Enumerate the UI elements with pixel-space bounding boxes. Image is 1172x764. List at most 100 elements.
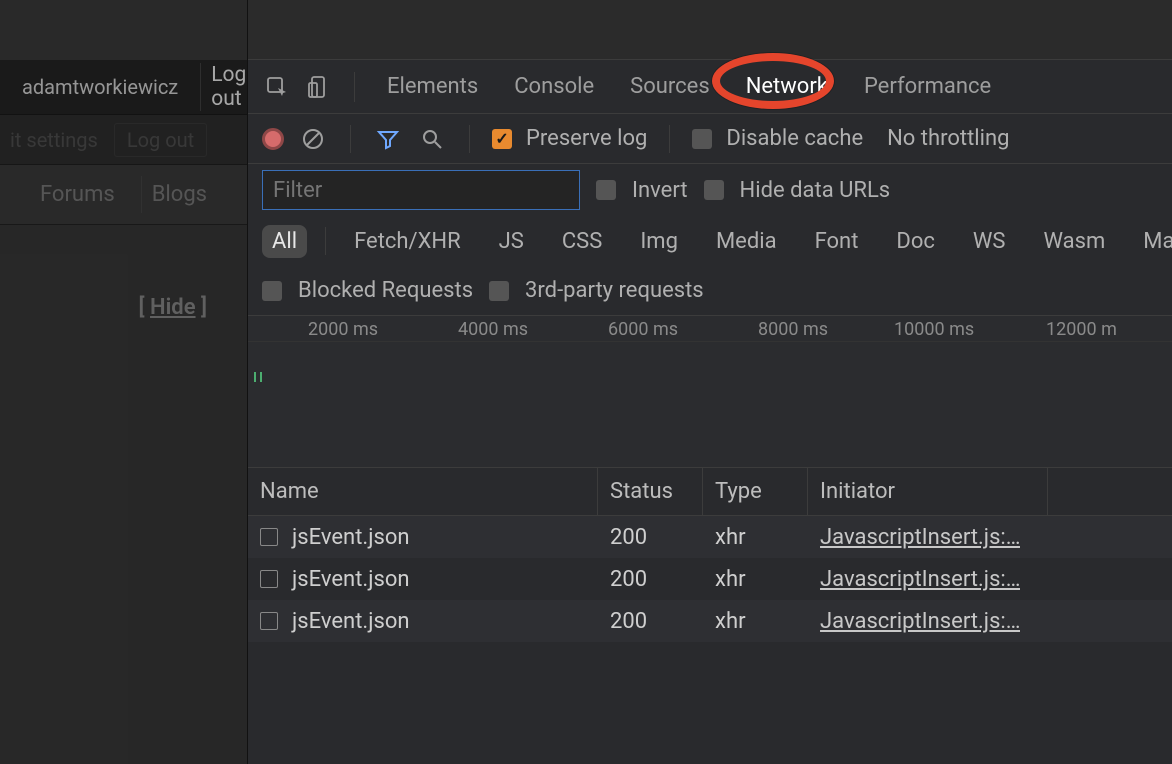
col-initiator[interactable]: Initiator <box>808 468 1048 515</box>
timeline-overview[interactable] <box>248 342 1172 468</box>
col-size[interactable]: Size <box>1048 468 1172 515</box>
tick-6000: 6000 ms <box>608 319 678 340</box>
devtools-panel: Elements Console Sources Network Perform… <box>247 0 1172 764</box>
col-name[interactable]: Name <box>248 468 598 515</box>
ghost-row: it settings Log out <box>0 115 247 165</box>
request-size: 24 <box>1048 558 1172 600</box>
network-toolbar: Preserve log Disable cache No throttling <box>248 114 1172 164</box>
request-name: jsEvent.json <box>292 525 410 550</box>
type-manifest[interactable]: Manifest <box>1133 225 1172 258</box>
filter-row-2: Blocked Requests 3rd-party requests <box>248 266 1172 316</box>
throttling-select[interactable]: No throttling <box>887 126 1009 151</box>
type-media[interactable]: Media <box>706 225 787 258</box>
request-type: xhr <box>703 558 808 600</box>
type-doc[interactable]: Doc <box>886 225 945 258</box>
blocked-requests-checkbox[interactable] <box>262 281 282 301</box>
invert-checkbox[interactable] <box>596 180 616 200</box>
request-row[interactable]: jsEvent.json 200 xhr JavascriptInsert.js… <box>248 558 1172 600</box>
tab-elements[interactable]: Elements <box>369 60 496 114</box>
col-type[interactable]: Type <box>703 468 808 515</box>
tab-performance[interactable]: Performance <box>846 60 1009 114</box>
file-icon <box>260 612 278 630</box>
type-all[interactable]: All <box>262 225 307 258</box>
activity-mark <box>260 372 262 382</box>
col-status[interactable]: Status <box>598 468 703 515</box>
request-name: jsEvent.json <box>292 609 410 634</box>
type-font[interactable]: Font <box>805 225 869 258</box>
separator <box>354 72 355 102</box>
request-initiator[interactable]: JavascriptInsert.js:… <box>820 525 1020 550</box>
search-icon[interactable] <box>417 124 447 154</box>
tick-12000: 12000 m <box>1046 319 1117 340</box>
devtools-tabbar: Elements Console Sources Network Perform… <box>248 60 1172 114</box>
file-icon <box>260 570 278 588</box>
tick-4000: 4000 ms <box>458 319 528 340</box>
thirdparty-label: 3rd-party requests <box>525 278 704 303</box>
app-body: [ Hide ] <box>0 225 247 764</box>
inspect-icon[interactable] <box>260 70 294 104</box>
disable-cache-checkbox[interactable] <box>692 129 712 149</box>
devtools-top-gap <box>248 0 1172 60</box>
hide-toggle[interactable]: [ Hide ] <box>139 295 208 320</box>
bracket-close: ] <box>196 295 208 320</box>
request-type: xhr <box>703 516 808 558</box>
nav-forums[interactable]: Forums <box>30 176 125 213</box>
request-row[interactable]: jsEvent.json 200 xhr JavascriptInsert.js… <box>248 600 1172 642</box>
separator <box>669 125 670 153</box>
separator <box>469 125 470 153</box>
app-nav: Forums Blogs <box>0 165 247 225</box>
logout-link[interactable]: Log out <box>200 63 247 111</box>
tick-10000: 10000 ms <box>894 319 974 340</box>
device-toggle-icon[interactable] <box>302 70 336 104</box>
request-row[interactable]: jsEvent.json 200 xhr JavascriptInsert.js… <box>248 516 1172 558</box>
separator <box>325 227 326 255</box>
tab-network[interactable]: Network <box>728 60 846 114</box>
app-panel: adamtworkiewicz Log out it settings Log … <box>0 0 247 764</box>
file-icon <box>260 528 278 546</box>
blocked-requests-label: Blocked Requests <box>298 278 473 303</box>
hide-data-urls-checkbox[interactable] <box>704 180 724 200</box>
username-label: adamtworkiewicz <box>22 75 188 99</box>
type-ws[interactable]: WS <box>963 225 1016 258</box>
invert-label: Invert <box>632 178 688 203</box>
request-initiator[interactable]: JavascriptInsert.js:… <box>820 567 1020 592</box>
tick-2000: 2000 ms <box>308 319 378 340</box>
user-bar: adamtworkiewicz Log out <box>0 60 247 115</box>
hide-data-urls-label: Hide data URLs <box>740 178 891 203</box>
app-topbar <box>0 0 247 60</box>
nav-blogs[interactable]: Blogs <box>141 176 217 213</box>
activity-mark <box>254 372 256 382</box>
ghost-settings: it settings <box>10 128 98 152</box>
filter-input[interactable] <box>262 170 580 210</box>
type-filter-row: All Fetch/XHR JS CSS Img Media Font Doc … <box>248 216 1172 266</box>
tick-8000: 8000 ms <box>758 319 828 340</box>
type-img[interactable]: Img <box>630 225 688 258</box>
disable-cache-label: Disable cache <box>726 126 863 151</box>
empty-area <box>248 642 1172 764</box>
request-list: jsEvent.json 200 xhr JavascriptInsert.js… <box>248 516 1172 642</box>
request-table-header: Name Status Type Initiator Size <box>248 468 1172 516</box>
request-size: 24 <box>1048 600 1172 642</box>
type-wasm[interactable]: Wasm <box>1033 225 1115 258</box>
hide-label: Hide <box>150 295 196 320</box>
preserve-log-label: Preserve log <box>526 126 647 151</box>
request-name: jsEvent.json <box>292 567 410 592</box>
ghost-logout: Log out <box>114 123 207 157</box>
tab-network-label: Network <box>746 74 828 99</box>
bracket-open: [ <box>139 295 151 320</box>
type-fetchxhr[interactable]: Fetch/XHR <box>344 225 471 258</box>
request-initiator[interactable]: JavascriptInsert.js:… <box>820 609 1020 634</box>
type-js[interactable]: JS <box>489 225 534 258</box>
record-button[interactable] <box>262 128 284 150</box>
clear-icon[interactable] <box>298 124 328 154</box>
type-css[interactable]: CSS <box>552 225 612 258</box>
tab-console[interactable]: Console <box>496 60 612 114</box>
thirdparty-checkbox[interactable] <box>489 281 509 301</box>
separator <box>350 125 351 153</box>
filter-icon[interactable] <box>373 124 403 154</box>
timeline-ruler[interactable]: 2000 ms 4000 ms 6000 ms 8000 ms 10000 ms… <box>248 316 1172 342</box>
tab-sources[interactable]: Sources <box>612 60 728 114</box>
request-type: xhr <box>703 600 808 642</box>
request-status: 200 <box>598 600 703 642</box>
preserve-log-checkbox[interactable] <box>492 129 512 149</box>
